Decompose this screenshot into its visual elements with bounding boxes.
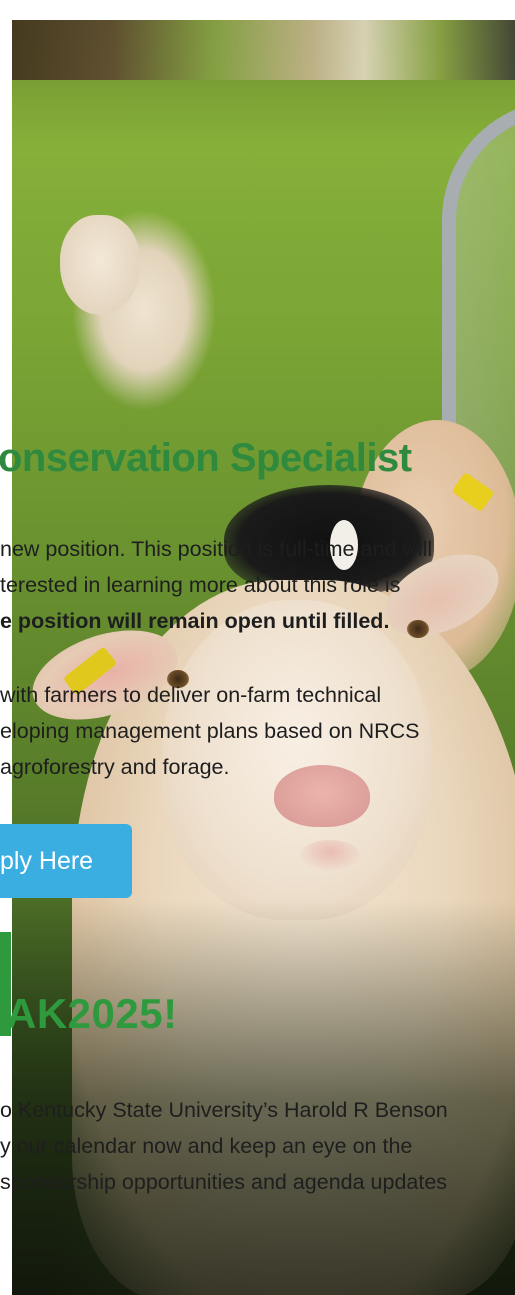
event-description: o Kentucky State University’s Harold R B… xyxy=(0,1092,515,1200)
job-description: new position. This position is full-time… xyxy=(0,531,515,639)
page-content: onservation Specialist new position. Thi… xyxy=(0,0,515,1295)
job-description-line: terested in learning more about this rol… xyxy=(0,573,401,597)
job-open-notice: e position will remain open until filled… xyxy=(0,609,390,633)
job-duties: with farmers to deliver on-farm technica… xyxy=(0,677,515,785)
job-open-notice-line: e position will remain open until filled… xyxy=(0,603,515,639)
job-duties-line: eloping management plans based on NRCS xyxy=(0,719,420,743)
event-title-heading: AK2025! xyxy=(6,990,178,1037)
event-description-line: sponsorship opportunities and agenda upd… xyxy=(0,1170,448,1194)
event-description-line: y our calendar now and keep an eye on th… xyxy=(0,1134,413,1158)
event-description-line: o Kentucky State University’s Harold R B… xyxy=(0,1098,448,1122)
job-duties-line: agroforestry and forage. xyxy=(0,755,230,779)
job-description-line: new position. This position is full-time… xyxy=(0,537,433,561)
job-duties-line: with farmers to deliver on-farm technica… xyxy=(0,683,382,707)
job-title-heading: onservation Specialist xyxy=(0,436,412,480)
apply-here-button[interactable]: ply Here xyxy=(0,824,132,898)
